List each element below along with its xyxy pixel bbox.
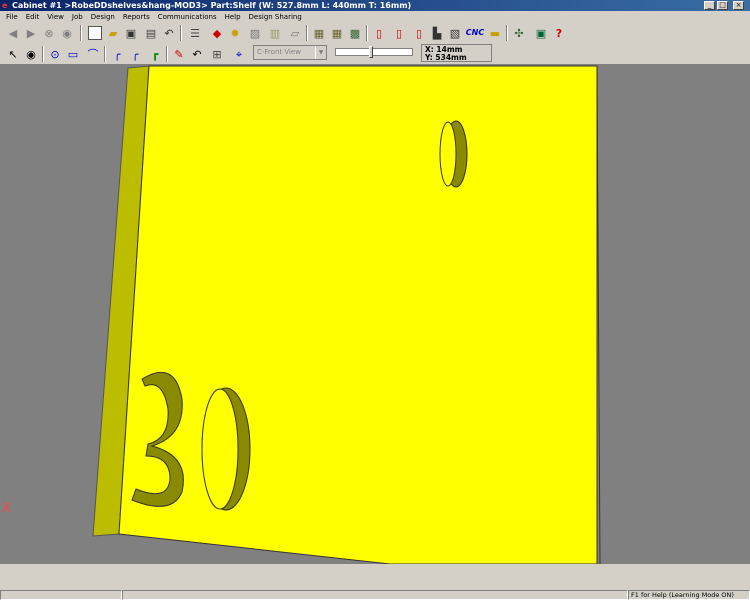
cancel-circle-icon[interactable]: ⊗ xyxy=(40,24,58,42)
chart-icon[interactable]: ▙ xyxy=(428,24,446,42)
door-icon[interactable]: ▥ xyxy=(266,24,284,42)
drill-hole xyxy=(439,120,468,188)
circle-point-icon[interactable]: ⊙ xyxy=(46,45,64,63)
toolbar-separator xyxy=(42,46,44,62)
toolbar-separator xyxy=(366,25,368,41)
arc-icon[interactable]: ╭ xyxy=(108,45,126,63)
slider-thumb[interactable] xyxy=(369,46,373,58)
menu-view[interactable]: View xyxy=(43,13,68,21)
menu-job[interactable]: Job xyxy=(68,13,87,21)
close-button[interactable]: × xyxy=(733,1,744,10)
menu-help[interactable]: Help xyxy=(221,13,245,21)
toolbar-separator xyxy=(166,46,168,62)
forward-arrow-icon[interactable]: ▶ xyxy=(22,24,40,42)
bottom-panel xyxy=(0,564,750,590)
curve-icon[interactable]: ⌒ xyxy=(84,45,102,63)
dimension-icon[interactable]: ⌖ xyxy=(230,45,248,63)
3d-viewport[interactable]: X xyxy=(0,64,750,564)
back-arrow-icon[interactable]: ◀ xyxy=(4,24,22,42)
status-help: F1 for Help (Learning Mode ON) xyxy=(628,590,750,600)
report-dollar-icon[interactable]: ▯ xyxy=(390,24,408,42)
toolbar-separator xyxy=(306,25,308,41)
arc-alt-icon[interactable]: ╭ xyxy=(126,45,144,63)
eye-icon[interactable]: ◉ xyxy=(22,45,40,63)
rectangle-icon[interactable]: ▭ xyxy=(64,45,82,63)
origin-marker: X xyxy=(2,501,11,516)
eraser-icon[interactable]: ✎ xyxy=(170,45,188,63)
layout-icon[interactable]: ▩ xyxy=(346,24,364,42)
materials-icon[interactable]: ◆ xyxy=(208,24,226,42)
maximize-button[interactable]: □ xyxy=(717,1,728,10)
menu-edit[interactable]: Edit xyxy=(22,13,44,21)
monitor-icon[interactable]: ▣ xyxy=(532,24,550,42)
settings-sliders-icon[interactable]: ☰ xyxy=(186,24,204,42)
toolbar-separator xyxy=(506,25,508,41)
undo-icon[interactable]: ↶ xyxy=(160,24,178,42)
stop-icon[interactable]: ◉ xyxy=(58,24,76,42)
menu-design-sharing[interactable]: Design Sharing xyxy=(245,13,306,21)
coord-y: Y: 534mm xyxy=(425,53,467,62)
view-select-value: C-Front View xyxy=(257,48,301,56)
save-icon[interactable]: ▣ xyxy=(122,24,140,42)
cabinet-group-icon[interactable]: ▦ xyxy=(328,24,346,42)
report-c-icon[interactable]: ▯ xyxy=(410,24,428,42)
toolbar-separator xyxy=(104,46,106,62)
viewport-canvas[interactable]: X xyxy=(0,64,750,564)
menu-reports[interactable]: Reports xyxy=(119,13,154,21)
undo-view-icon[interactable]: ↶ xyxy=(188,45,206,63)
grid-icon[interactable]: ⊞ xyxy=(208,45,226,63)
shelf-face xyxy=(118,65,598,564)
open-folder-icon[interactable]: ▰ xyxy=(104,24,122,42)
texture-icon[interactable]: ▨ xyxy=(246,24,264,42)
label-icon[interactable]: ▬ xyxy=(486,24,504,42)
corner-icon[interactable]: ┏ xyxy=(146,45,164,63)
status-bar: F1 for Help (Learning Mode ON) xyxy=(0,590,750,600)
cabinet-icon[interactable]: ▦ xyxy=(310,24,328,42)
menu-bar: File Edit View Job Design Reports Commun… xyxy=(0,11,750,22)
menu-communications[interactable]: Communications xyxy=(154,13,221,21)
menu-design[interactable]: Design xyxy=(87,13,119,21)
light-bulb-icon[interactable]: ✹ xyxy=(226,24,244,42)
window-title: Cabinet #1 >RobeDDshelves&hang-MOD3> Par… xyxy=(12,1,412,10)
new-file-icon[interactable] xyxy=(86,24,104,42)
minimize-button[interactable]: _ xyxy=(704,1,715,10)
status-pane-2 xyxy=(122,590,628,600)
status-pane-1 xyxy=(0,590,122,600)
export-icon[interactable]: ▧ xyxy=(446,24,464,42)
select-arrow-icon[interactable]: ↖ xyxy=(4,45,22,63)
toolbar-separator xyxy=(180,25,182,41)
network-icon[interactable]: ✣ xyxy=(510,24,528,42)
panel-icon[interactable]: ▱ xyxy=(286,24,304,42)
help-icon[interactable]: ? xyxy=(550,24,568,42)
cnc-button[interactable]: CNC xyxy=(466,24,484,42)
coordinates-readout: X: 14mm Y: 534mm xyxy=(421,44,492,62)
view-select[interactable]: C-Front View ▼ xyxy=(253,45,327,60)
app-icon: e xyxy=(2,1,8,10)
print-icon[interactable]: ▤ xyxy=(142,24,160,42)
main-toolbar: ◀ ▶ ⊗ ◉ ▰ ▣ ▤ ↶ ☰ ◆ ✹ ▨ ▥ ▱ ▦ ▦ ▩ ▯ ▯ ▯ … xyxy=(0,22,750,44)
menu-file[interactable]: File xyxy=(2,13,22,21)
title-bar: e Cabinet #1 >RobeDDshelves&hang-MOD3> P… xyxy=(0,0,750,11)
view-toolbar: ↖ ◉ ⊙ ▭ ⌒ ╭ ╭ ┏ ✎ ↶ ⊞ ⌖ C-Front View ▼ X… xyxy=(0,43,750,65)
report-b-icon[interactable]: ▯ xyxy=(370,24,388,42)
toolbar-separator xyxy=(80,25,82,41)
zoom-slider[interactable] xyxy=(335,46,413,58)
chevron-down-icon[interactable]: ▼ xyxy=(315,46,326,59)
